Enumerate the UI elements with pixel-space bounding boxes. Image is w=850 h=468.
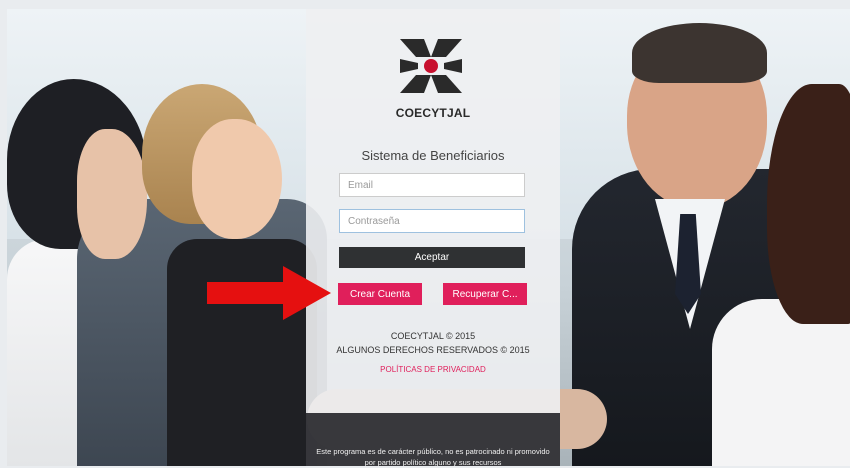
background-man-right-hair [632,23,767,83]
page-title: Sistema de Beneficiarios [361,148,505,163]
privacy-policy-link[interactable]: POLÍTICAS DE PRIVACIDAD [306,365,560,374]
footer-notice-text: Este programa es de carácter público, no… [316,447,550,467]
background-woman-blonde-face [192,119,282,239]
footer-notice: Este programa es de carácter público, no… [306,413,560,467]
email-field[interactable] [339,173,525,197]
copyright-text: COECYTJAL © 2015 [390,331,476,341]
recover-account-button[interactable]: Recuperar C... [443,283,527,305]
background-woman-right-hair [767,84,850,324]
background-man-left-face [77,129,147,259]
logo-text: COECYTJAL [395,106,471,120]
login-panel: COECYTJAL Sistema de Beneficiarios Acept… [306,9,560,467]
rights-reserved-text: ALGUNOS DERECHOS RESERVADOS © 2015 [336,345,530,355]
create-account-button[interactable]: Crear Cuenta [338,283,422,305]
coecytjal-logo-icon [400,39,462,93]
red-arrow-icon [207,266,331,320]
accept-button[interactable]: Aceptar [339,247,525,268]
background-woman-right [712,299,850,466]
password-field[interactable] [339,209,525,233]
